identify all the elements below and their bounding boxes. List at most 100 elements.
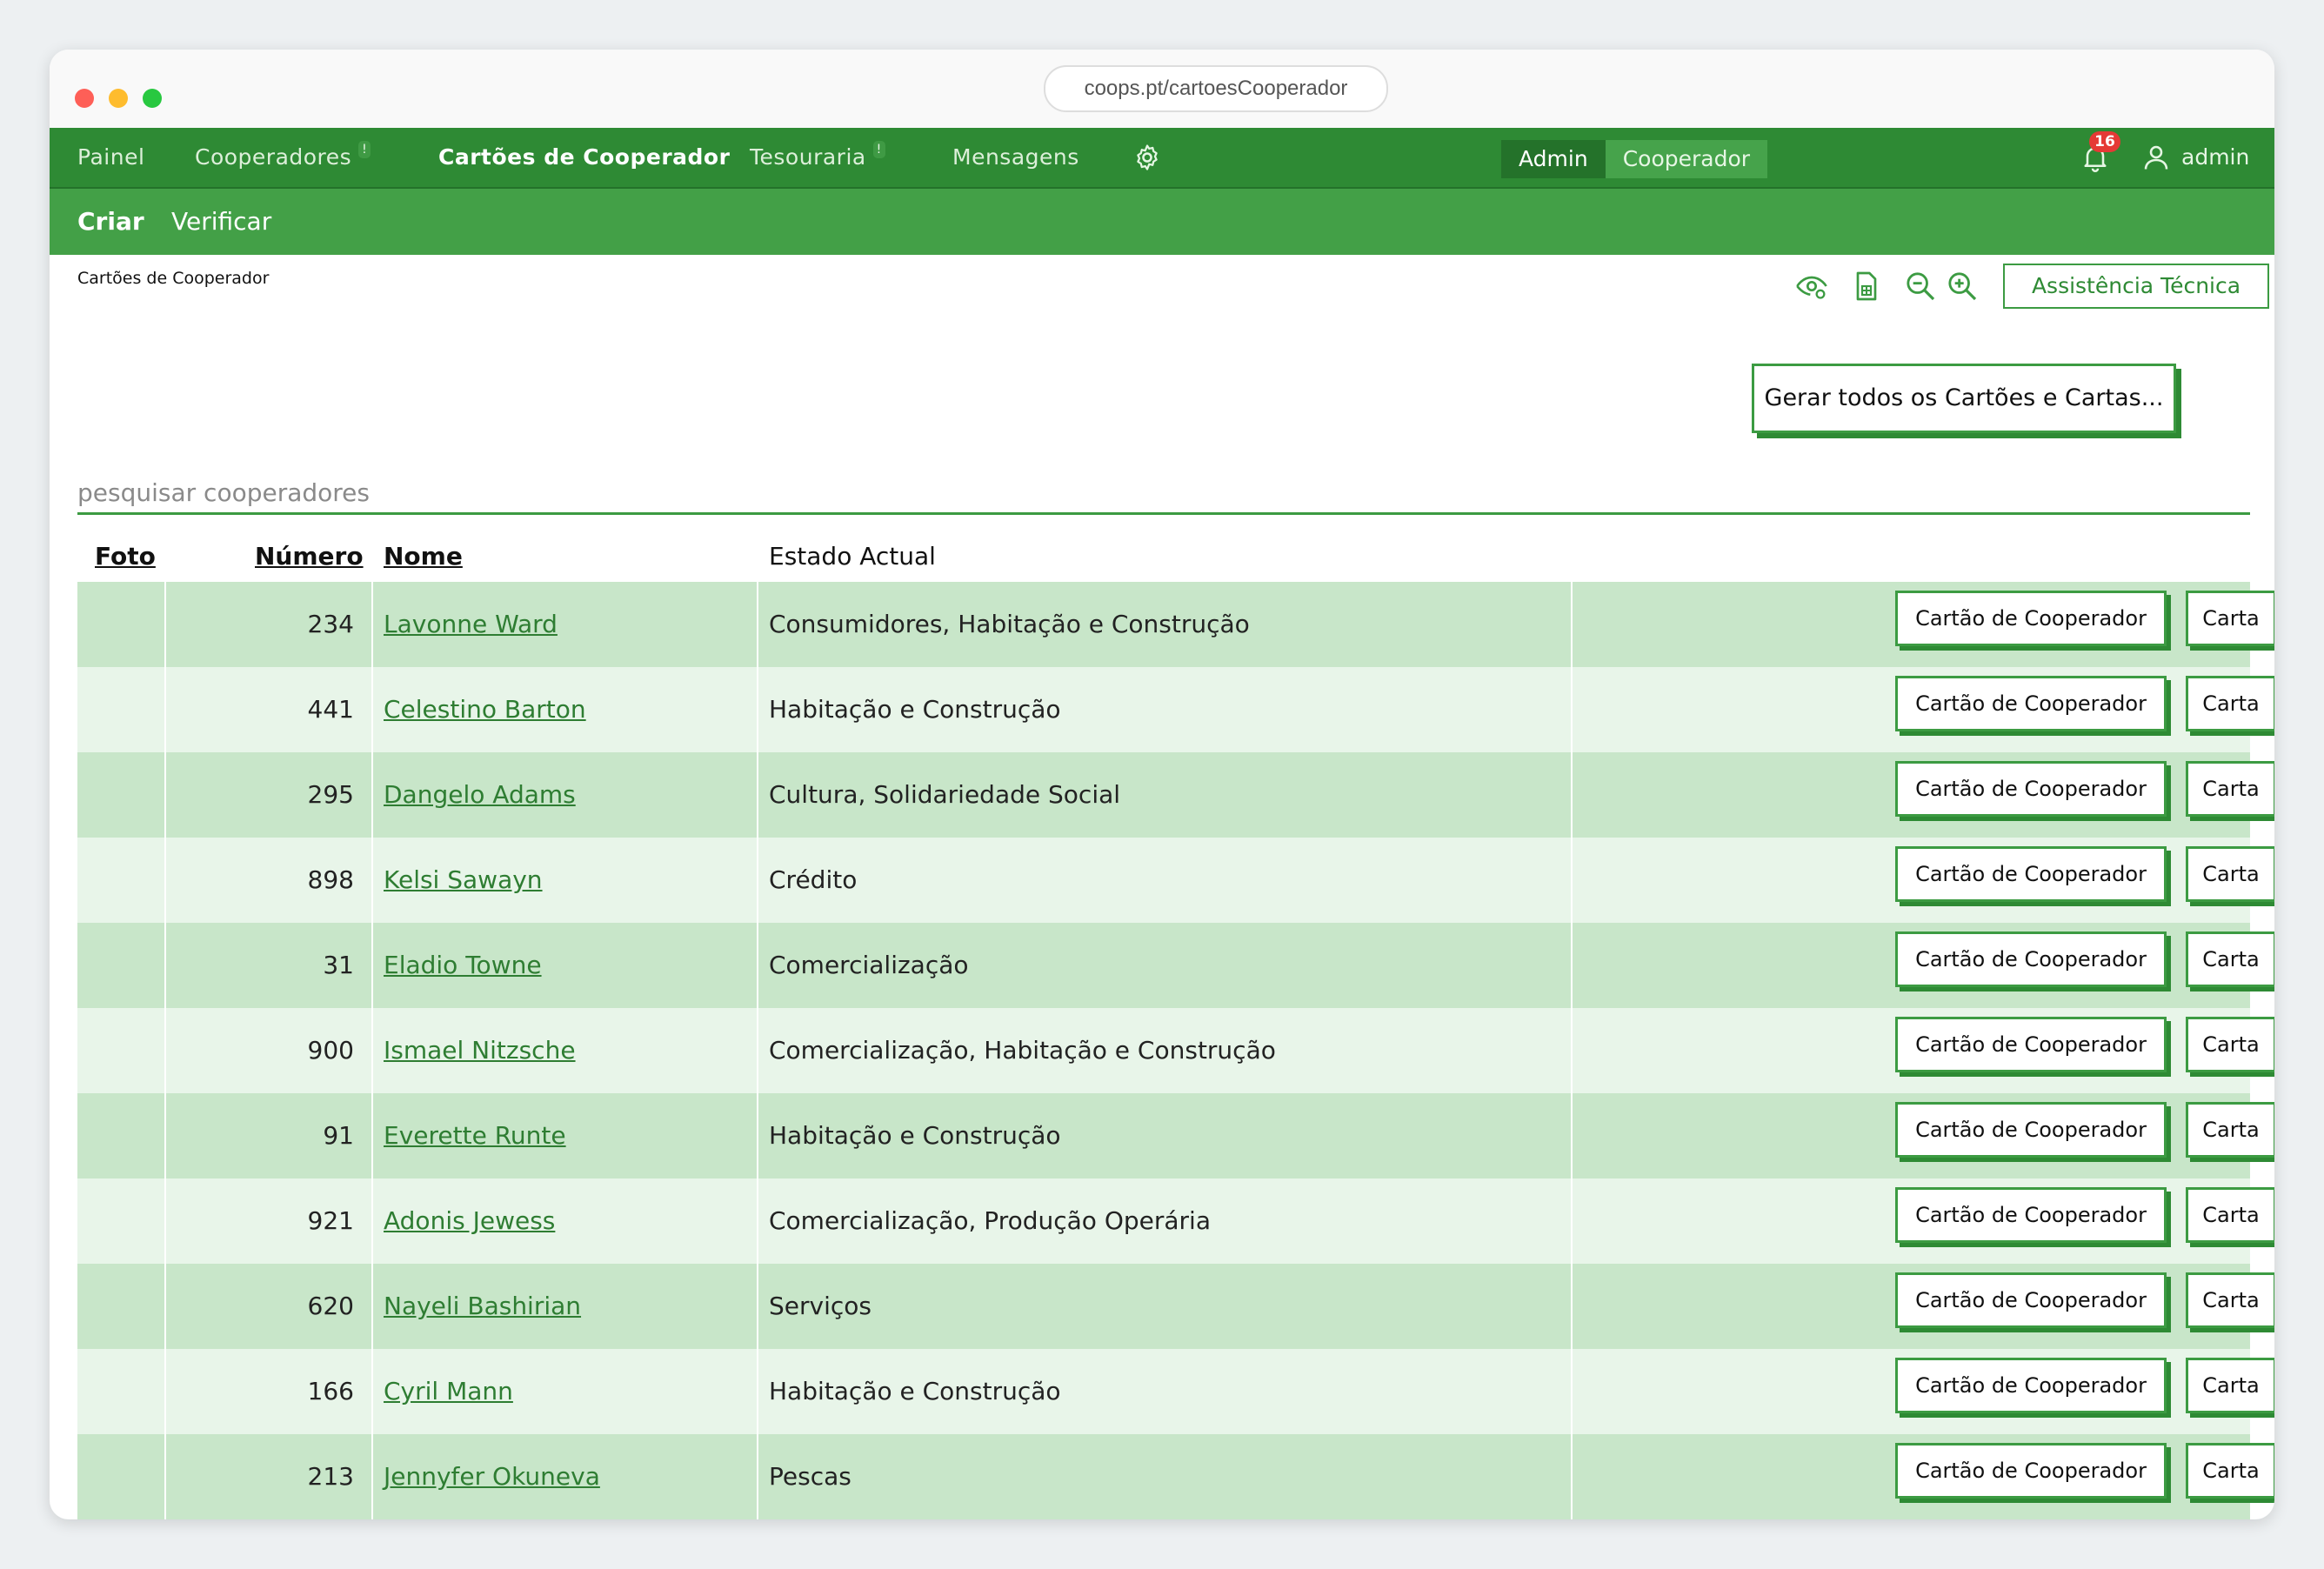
member-status: Comercialização, Habitação e Construção: [769, 1036, 1276, 1065]
close-window-button[interactable]: [75, 89, 94, 108]
role-cooperador-button[interactable]: Cooperador: [1605, 140, 1768, 178]
column-divider: [1571, 1093, 1573, 1178]
letter-button[interactable]: Carta: [2186, 1358, 2274, 1413]
member-number: 295: [307, 780, 354, 809]
sub-navbar: Criar Verificar: [50, 189, 2274, 255]
member-card-button[interactable]: Cartão de Cooperador: [1895, 676, 2167, 731]
tech-support-button[interactable]: Assistência Técnica: [2003, 264, 2269, 309]
member-status: Consumidores, Habitação e Construção: [769, 610, 1250, 638]
breadcrumb: Cartões de Cooperador: [77, 269, 270, 288]
table-row: 921 Adonis Jewess Comercialização, Produçã…: [77, 1178, 2274, 1264]
members-table: 234 Lavonne Ward Consumidores, Habitação e…: [77, 582, 2274, 1519]
nav-item-cooperadores[interactable]: Cooperadores!: [195, 128, 371, 187]
column-divider: [371, 838, 373, 923]
maximize-window-button[interactable]: [143, 89, 162, 108]
letter-button[interactable]: Carta: [2186, 1017, 2274, 1072]
member-name-link[interactable]: Cyril Mann: [384, 1349, 513, 1434]
member-card-button[interactable]: Cartão de Cooperador: [1895, 761, 2167, 817]
role-admin-button[interactable]: Admin: [1501, 140, 1606, 178]
view-settings-icon[interactable]: [1794, 269, 1829, 304]
member-card-button[interactable]: Cartão de Cooperador: [1895, 931, 2167, 987]
user-name[interactable]: admin: [2181, 128, 2249, 187]
address-bar[interactable]: coops.pt/cartoesCooperador: [1044, 65, 1388, 112]
minimize-window-button[interactable]: [109, 89, 128, 108]
column-divider: [1571, 752, 1573, 838]
column-divider: [371, 1434, 373, 1519]
spreadsheet-icon[interactable]: [1849, 269, 1884, 304]
column-divider: [1571, 582, 1573, 667]
column-divider: [757, 752, 758, 838]
column-divider: [757, 1264, 758, 1349]
nav-item-mensagens[interactable]: Mensagens: [952, 128, 1079, 187]
member-name-link[interactable]: Everette Runte: [384, 1093, 566, 1178]
subnav-verificar[interactable]: Verificar: [171, 189, 271, 255]
member-name-link[interactable]: Nayeli Bashirian: [384, 1264, 581, 1349]
member-number: 31: [323, 951, 354, 979]
member-card-button[interactable]: Cartão de Cooperador: [1895, 591, 2167, 646]
column-divider: [757, 838, 758, 923]
letter-button[interactable]: Carta: [2186, 676, 2274, 731]
letter-button[interactable]: Carta: [2186, 1443, 2274, 1499]
browser-window: coops.pt/cartoesCooperador Painel Cooper…: [50, 50, 2274, 1519]
column-header-nome[interactable]: Nome: [384, 534, 463, 579]
letter-button[interactable]: Carta: [2186, 591, 2274, 646]
member-number: 213: [307, 1462, 354, 1491]
member-card-button[interactable]: Cartão de Cooperador: [1895, 1102, 2167, 1158]
member-number: 441: [307, 695, 354, 724]
member-card-button[interactable]: Cartão de Cooperador: [1895, 846, 2167, 902]
member-name-link[interactable]: Eladio Towne: [384, 923, 542, 1008]
table-row: 234 Lavonne Ward Consumidores, Habitação e…: [77, 582, 2274, 667]
letter-button[interactable]: Carta: [2186, 1187, 2274, 1243]
alert-badge: !: [872, 141, 885, 158]
member-card-button[interactable]: Cartão de Cooperador: [1895, 1358, 2167, 1413]
zoom-in-icon[interactable]: [1945, 269, 1980, 304]
member-status: Habitação e Construção: [769, 1121, 1061, 1150]
alert-badge: !: [358, 141, 371, 158]
member-card-button[interactable]: Cartão de Cooperador: [1895, 1187, 2167, 1243]
gear-icon[interactable]: [1132, 143, 1162, 172]
nav-item-tesouraria[interactable]: Tesouraria!: [750, 128, 885, 187]
column-divider: [1571, 1178, 1573, 1264]
nav-item-painel[interactable]: Painel: [77, 128, 144, 187]
column-divider: [757, 1008, 758, 1093]
user-icon[interactable]: [2140, 142, 2172, 173]
member-card-button[interactable]: Cartão de Cooperador: [1895, 1017, 2167, 1072]
member-number: 898: [307, 865, 354, 894]
letter-button[interactable]: Carta: [2186, 846, 2274, 902]
column-divider: [371, 1093, 373, 1178]
member-name-link[interactable]: Ismael Nitzsche: [384, 1008, 576, 1093]
notification-count-badge: 16: [2089, 131, 2120, 152]
member-card-button[interactable]: Cartão de Cooperador: [1895, 1272, 2167, 1328]
member-card-button[interactable]: Cartão de Cooperador: [1895, 1443, 2167, 1499]
letter-button[interactable]: Carta: [2186, 931, 2274, 987]
member-name-link[interactable]: Celestino Barton: [384, 667, 586, 752]
nav-item-cartoes[interactable]: Cartões de Cooperador: [438, 128, 730, 187]
member-status: Cultura, Solidariedade Social: [769, 780, 1121, 809]
letter-button[interactable]: Carta: [2186, 1272, 2274, 1328]
column-divider: [1571, 1008, 1573, 1093]
column-divider: [757, 1349, 758, 1434]
search-input[interactable]: [77, 473, 2250, 515]
member-name-link[interactable]: Jennyfer Okuneva: [384, 1434, 600, 1519]
letter-button[interactable]: Carta: [2186, 1102, 2274, 1158]
member-name-link[interactable]: Dangelo Adams: [384, 752, 576, 838]
member-number: 900: [307, 1036, 354, 1065]
table-row: 295 Dangelo Adams Cultura, Solidariedade S…: [77, 752, 2274, 838]
zoom-out-icon[interactable]: [1903, 269, 1938, 304]
member-number: 166: [307, 1377, 354, 1405]
member-name-link[interactable]: Lavonne Ward: [384, 582, 558, 667]
generate-all-button[interactable]: Gerar todos os Cartões e Cartas...: [1752, 364, 2176, 433]
letter-button[interactable]: Carta: [2186, 761, 2274, 817]
title-bar: coops.pt/cartoesCooperador: [50, 50, 2274, 128]
column-divider: [371, 1008, 373, 1093]
member-name-link[interactable]: Adonis Jewess: [384, 1178, 555, 1264]
table-row: 900 Ismael Nitzsche Comercialização, Habit…: [77, 1008, 2274, 1093]
member-status: Habitação e Construção: [769, 1377, 1061, 1405]
column-header-numero[interactable]: Número: [255, 534, 364, 579]
column-header-foto[interactable]: Foto: [95, 534, 156, 579]
table-row: 91 Everette Runte Habitação e Construção Ca…: [77, 1093, 2274, 1178]
table-row: 166 Cyril Mann Habitação e Construção Cartã…: [77, 1349, 2274, 1434]
column-divider: [757, 582, 758, 667]
member-name-link[interactable]: Kelsi Sawayn: [384, 838, 543, 923]
subnav-criar[interactable]: Criar: [77, 189, 144, 255]
